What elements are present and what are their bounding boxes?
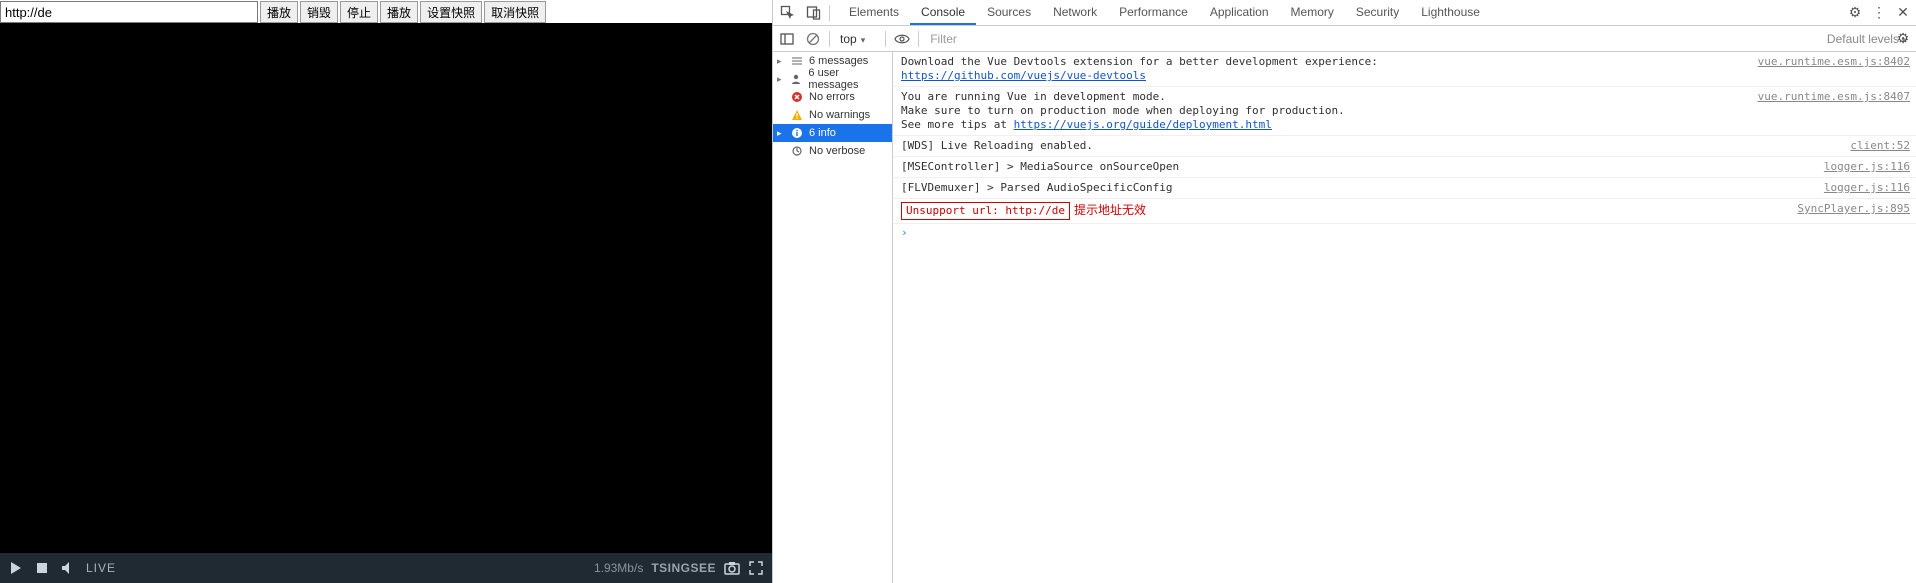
console-message: [FLVDemuxer] > Parsed AudioSpecificConfi… — [893, 178, 1916, 199]
console-filter-input[interactable] — [925, 29, 1045, 49]
message-text: Download the Vue Devtools extension for … — [901, 55, 1748, 83]
play-button-2[interactable]: 播放 — [380, 1, 418, 23]
sidebar-item[interactable]: ▸ 6 info — [773, 124, 892, 142]
stop-button[interactable]: 停止 — [340, 1, 378, 23]
live-expressions-icon[interactable] — [892, 29, 912, 49]
destroy-button[interactable]: 销毁 — [300, 1, 338, 23]
devtools-pane: ElementsConsoleSourcesNetworkPerformance… — [772, 0, 1916, 583]
console-settings-icon[interactable]: ⚙ — [1892, 28, 1914, 50]
settings-icon[interactable]: ⚙ — [1844, 2, 1866, 24]
brand-logo: TSINGSEE — [651, 561, 716, 575]
sidebar-item[interactable]: No warnings — [773, 106, 892, 124]
play-button-1[interactable]: 播放 — [260, 1, 298, 23]
message-text: You are running Vue in development mode.… — [901, 90, 1748, 132]
message-source-link[interactable]: logger.js:116 — [1824, 160, 1910, 174]
set-snapshot-button[interactable]: 设置快照 — [420, 1, 482, 23]
sidebar-item[interactable]: No verbose — [773, 142, 892, 160]
console-message: You are running Vue in development mode.… — [893, 87, 1916, 136]
message-source-link[interactable]: SyncPlayer.js:895 — [1797, 202, 1910, 220]
message-source-link[interactable]: client:52 — [1850, 139, 1910, 153]
clear-console-icon[interactable] — [803, 29, 823, 49]
toggle-sidebar-icon[interactable] — [777, 29, 797, 49]
fullscreen-icon[interactable] — [748, 560, 764, 576]
player-toolbar: 播放 销毁 停止 播放 设置快照 取消快照 — [0, 0, 772, 23]
play-icon[interactable] — [8, 560, 24, 576]
expand-arrow-icon: ▸ — [777, 128, 785, 139]
volume-icon[interactable] — [60, 560, 76, 576]
inspect-element-icon[interactable] — [777, 2, 799, 24]
tab-security[interactable]: Security — [1345, 0, 1410, 25]
message-source-link[interactable]: vue.runtime.esm.js:8407 — [1758, 90, 1910, 132]
message-source-link[interactable]: logger.js:116 — [1824, 181, 1910, 195]
cancel-snapshot-button[interactable]: 取消快照 — [484, 1, 546, 23]
tab-lighthouse[interactable]: Lighthouse — [1410, 0, 1491, 25]
console-message: [WDS] Live Reloading enabled. client:52 — [893, 136, 1916, 157]
sidebar-item-label: 6 messages — [809, 55, 868, 67]
list-icon — [791, 55, 803, 67]
verbose-icon — [791, 145, 803, 157]
message-text: [WDS] Live Reloading enabled. — [901, 139, 1840, 153]
sidebar-item-label: 6 info — [809, 127, 836, 139]
device-toggle-icon[interactable] — [803, 2, 825, 24]
console-message: [MSEController] > MediaSource onSourceOp… — [893, 157, 1916, 178]
live-label: LIVE — [86, 561, 116, 575]
console-message: Unsupport url: http://de提示地址无效 SyncPlayer… — [893, 199, 1916, 224]
stream-url-input[interactable] — [0, 1, 258, 23]
message-text: [MSEController] > MediaSource onSourceOp… — [901, 160, 1814, 174]
tab-memory[interactable]: Memory — [1280, 0, 1345, 25]
sidebar-item-label: 6 user messages — [808, 67, 886, 91]
tab-elements[interactable]: Elements — [838, 0, 910, 25]
expand-arrow-icon: ▸ — [777, 74, 784, 85]
close-devtools-icon[interactable]: ✕ — [1892, 2, 1914, 24]
tab-sources[interactable]: Sources — [976, 0, 1042, 25]
video-viewport[interactable]: LIVE 1.93Mb/s TSINGSEE — [0, 23, 772, 583]
expand-arrow-icon: ▸ — [777, 56, 785, 67]
more-icon[interactable]: ⋮ — [1868, 2, 1890, 24]
tab-console[interactable]: Console — [910, 0, 976, 25]
sidebar-item[interactable]: ▸ 6 user messages — [773, 70, 892, 88]
message-link[interactable]: https://vuejs.org/guide/deployment.html — [1014, 118, 1272, 131]
message-source-link[interactable]: vue.runtime.esm.js:8402 — [1758, 55, 1910, 83]
info-icon — [791, 127, 803, 139]
sidebar-item-label: No warnings — [809, 109, 870, 121]
console-output: Download the Vue Devtools extension for … — [893, 52, 1916, 583]
error-annotation: 提示地址无效 — [1074, 203, 1146, 217]
error-icon — [791, 91, 803, 103]
snapshot-icon[interactable] — [724, 560, 740, 576]
sidebar-item-label: No verbose — [809, 145, 865, 157]
execution-context-select[interactable]: top — [836, 31, 879, 47]
console-sidebar: ▸ 6 messages ▸ 6 user messagesNo errors No w… — [773, 52, 893, 583]
stop-icon[interactable] — [34, 560, 50, 576]
tab-application[interactable]: Application — [1199, 0, 1280, 25]
warning-icon — [791, 109, 803, 121]
devtools-tabs: ElementsConsoleSourcesNetworkPerformance… — [838, 0, 1491, 25]
bitrate-label: 1.93Mb/s — [594, 561, 643, 575]
sidebar-item-label: No errors — [809, 91, 855, 103]
tab-network[interactable]: Network — [1042, 0, 1108, 25]
tab-performance[interactable]: Performance — [1108, 0, 1199, 25]
player-pane: 播放 销毁 停止 播放 设置快照 取消快照 LIVE 1.93Mb/s TSIN… — [0, 0, 772, 583]
console-message: Download the Vue Devtools extension for … — [893, 52, 1916, 87]
video-control-bar: LIVE 1.93Mb/s TSINGSEE — [0, 553, 772, 583]
console-prompt[interactable]: › — [893, 224, 1916, 241]
message-link[interactable]: https://github.com/vuejs/vue-devtools — [901, 69, 1146, 82]
user-icon — [790, 73, 802, 85]
console-toolbar: top Default levels ⚙ — [773, 26, 1916, 52]
message-text: Unsupport url: http://de提示地址无效 — [901, 202, 1787, 220]
devtools-header: ElementsConsoleSourcesNetworkPerformance… — [773, 0, 1916, 26]
message-text: [FLVDemuxer] > Parsed AudioSpecificConfi… — [901, 181, 1814, 195]
